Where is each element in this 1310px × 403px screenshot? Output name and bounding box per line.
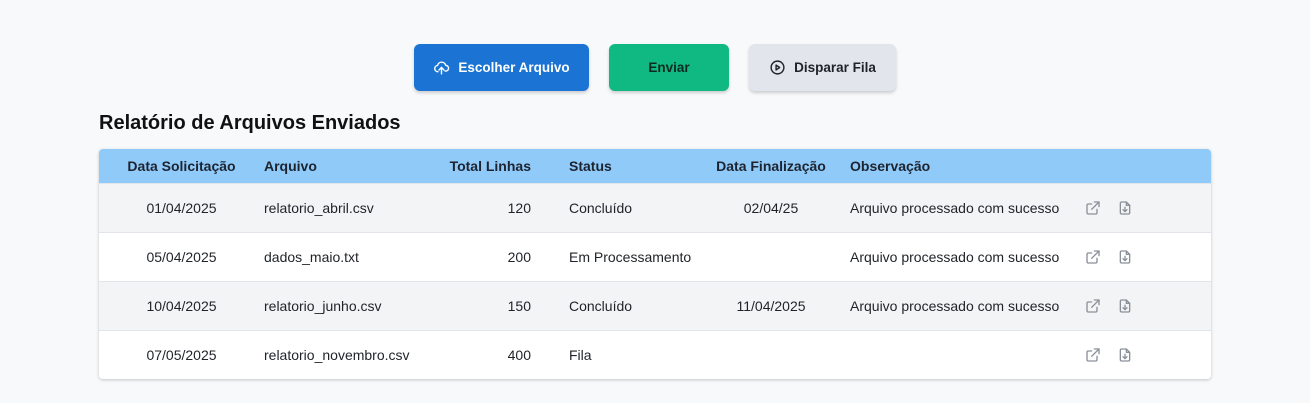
table-header-row: Data Solicitação Arquivo Total Linhas St… — [99, 149, 1211, 183]
cell-requested: 05/04/2025 — [146, 248, 217, 265]
table-row: 10/04/2025 relatorio_junho.csv 150 Concl… — [99, 281, 1211, 330]
cell-note: Arquivo processado com sucesso — [850, 297, 1060, 314]
external-link-icon[interactable] — [1085, 298, 1101, 314]
cell-requested: 07/05/2025 — [146, 346, 217, 363]
send-label: Enviar — [648, 60, 690, 75]
cell-note: Arquivo processado com sucesso — [850, 199, 1060, 216]
choose-file-button[interactable]: Escolher Arquivo — [414, 44, 589, 91]
cell-actions — [1073, 232, 1211, 281]
table-row: 07/05/2025 relatorio_novembro.csv 400 Fi… — [99, 330, 1211, 379]
toolbar: Escolher Arquivo Enviar Disparar Fila — [414, 44, 896, 91]
cell-requested: 01/04/2025 — [146, 199, 217, 216]
send-button[interactable]: Enviar — [609, 44, 729, 91]
cell-status: Concluído — [569, 297, 633, 314]
col-header-note: Observação — [850, 157, 931, 174]
col-header-requested: Data Solicitação — [127, 157, 236, 174]
cell-status: Fila — [569, 346, 592, 363]
cell-actions — [1073, 183, 1211, 232]
cell-status: Concluído — [569, 199, 633, 216]
table-row: 01/04/2025 relatorio_abril.csv 120 Concl… — [99, 183, 1211, 232]
trigger-queue-button[interactable]: Disparar Fila — [749, 44, 896, 91]
col-header-status: Status — [569, 157, 612, 174]
play-circle-icon — [769, 59, 786, 76]
cell-actions — [1073, 330, 1211, 379]
cell-status: Em Processamento — [569, 248, 692, 265]
cell-lines: 200 — [507, 248, 531, 265]
file-download-icon[interactable] — [1117, 200, 1133, 216]
cell-note: Arquivo processado com sucesso — [850, 248, 1060, 265]
cell-actions — [1073, 281, 1211, 330]
cell-note — [833, 330, 1073, 379]
external-link-icon[interactable] — [1085, 249, 1101, 265]
col-header-actions — [1073, 149, 1211, 183]
table-row: 05/04/2025 dados_maio.txt 200 Em Process… — [99, 232, 1211, 281]
cell-finished — [709, 232, 833, 281]
files-table: Data Solicitação Arquivo Total Linhas St… — [99, 149, 1211, 379]
cell-finished: 11/04/2025 — [736, 297, 806, 314]
choose-file-label: Escolher Arquivo — [458, 60, 570, 75]
col-header-file: Arquivo — [264, 157, 317, 174]
cloud-upload-icon — [433, 59, 450, 76]
file-download-icon[interactable] — [1117, 347, 1133, 363]
cell-finished — [709, 330, 833, 379]
cell-lines: 120 — [507, 199, 531, 216]
file-download-icon[interactable] — [1117, 298, 1133, 314]
external-link-icon[interactable] — [1085, 347, 1101, 363]
cell-finished: 02/04/25 — [743, 199, 799, 216]
page-title: Relatório de Arquivos Enviados — [99, 112, 401, 134]
cell-lines: 400 — [507, 346, 531, 363]
col-header-lines: Total Linhas — [449, 157, 531, 174]
files-table-card: Data Solicitação Arquivo Total Linhas St… — [99, 149, 1211, 379]
cell-lines: 150 — [507, 297, 531, 314]
col-header-finished: Data Finalização — [716, 157, 826, 174]
cell-file: relatorio_abril.csv — [264, 199, 374, 216]
cell-file: relatorio_junho.csv — [264, 297, 382, 314]
file-download-icon[interactable] — [1117, 249, 1133, 265]
external-link-icon[interactable] — [1085, 200, 1101, 216]
cell-file: dados_maio.txt — [264, 248, 359, 265]
cell-requested: 10/04/2025 — [146, 297, 217, 314]
trigger-queue-label: Disparar Fila — [794, 60, 876, 75]
cell-file: relatorio_novembro.csv — [264, 346, 410, 363]
